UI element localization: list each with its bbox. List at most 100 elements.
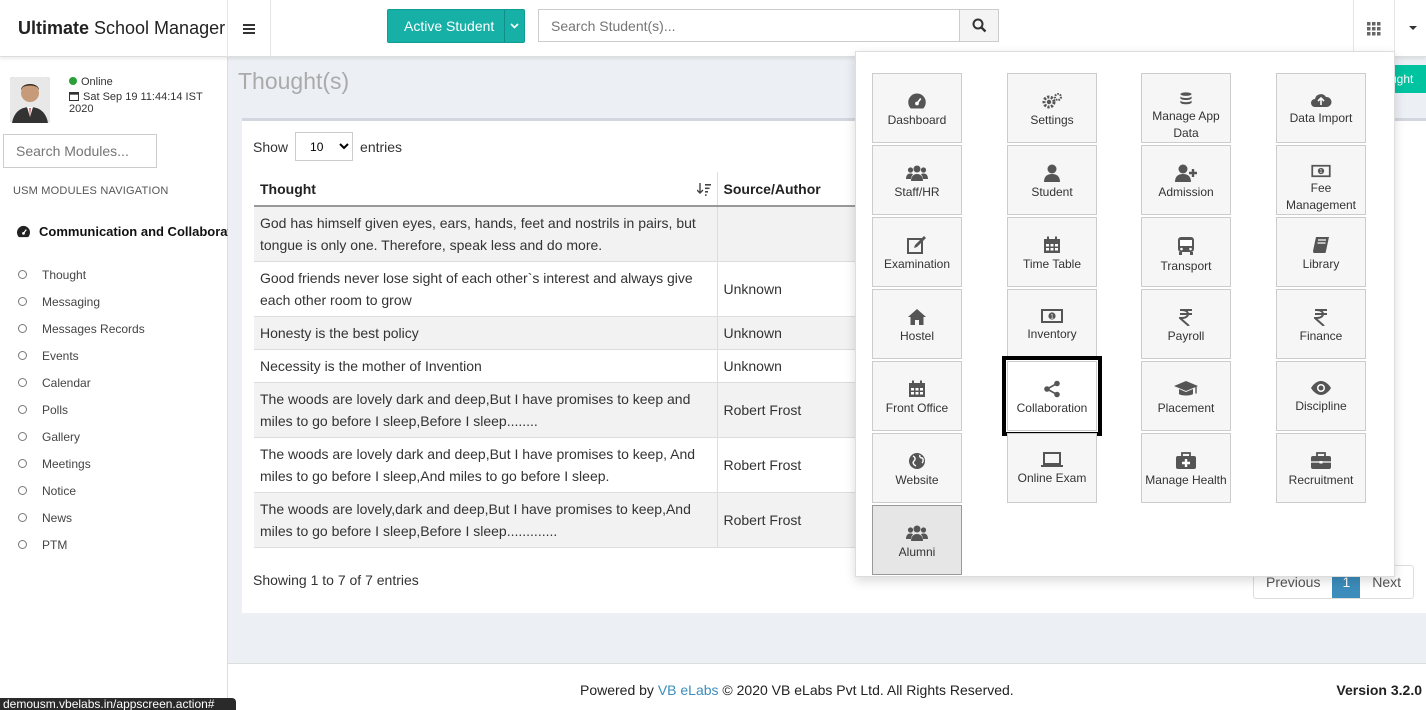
thoughts-table: Thought Source/Author God has himself gi…	[254, 172, 918, 548]
search-button[interactable]	[959, 9, 999, 42]
app-tile-transport[interactable]: Transport	[1141, 217, 1231, 287]
circle-icon	[18, 297, 27, 306]
sidebar-item-label: Events	[42, 348, 79, 363]
money-icon: 1	[1311, 164, 1331, 178]
sidebar-group-communication[interactable]: Communication and Collaboration	[16, 224, 228, 239]
sidebar-item-events[interactable]: Events	[18, 342, 145, 369]
top-bar: Ultimate School Manager Active Student	[0, 0, 1426, 57]
student-search-input[interactable]	[538, 9, 960, 42]
sidebar-item-news[interactable]: News	[18, 504, 145, 531]
app-tile-recruitment[interactable]: Recruitment	[1276, 433, 1366, 503]
app-tile-payroll[interactable]: Payroll	[1141, 289, 1231, 359]
app-tile-inventory[interactable]: 1 Inventory	[1007, 289, 1097, 359]
app-tile-admission[interactable]: Admission	[1141, 145, 1231, 215]
app-tile-label: Settings	[1030, 113, 1074, 127]
sidebar-item-notice[interactable]: Notice	[18, 477, 145, 504]
users-icon	[906, 165, 928, 181]
sidebar-toggle-button[interactable]	[228, 0, 271, 57]
sidebar-item-label: Messaging	[42, 294, 101, 309]
app-tile-time-table[interactable]: Time Table	[1007, 217, 1097, 287]
datetime: Sat Sep 19 11:44:14 IST 2020	[69, 91, 227, 115]
app-logo[interactable]: Ultimate School Manager	[0, 0, 228, 57]
thought-cell: Honesty is the best policy	[254, 316, 718, 350]
app-tile-student[interactable]: Student	[1007, 145, 1097, 215]
avatar[interactable]	[10, 77, 50, 123]
active-student-dropdown[interactable]: Active Student	[387, 9, 525, 43]
table-row: The woods are lovely dark and deep,But I…	[254, 437, 918, 493]
circle-icon	[18, 405, 27, 414]
app-tile-hostel[interactable]: Hostel	[872, 289, 962, 359]
app-tile-fee-management[interactable]: 1 Fee Management	[1276, 145, 1366, 215]
table-row: The woods are lovely dark and deep,But I…	[254, 382, 918, 438]
hamburger-icon	[243, 27, 255, 30]
user-menu-caret[interactable]	[1408, 20, 1418, 38]
sidebar-item-gallery[interactable]: Gallery	[18, 423, 145, 450]
app-tile-manage-health[interactable]: Manage Health	[1141, 433, 1231, 503]
app-tile-collaboration[interactable]: Collaboration	[1002, 356, 1102, 436]
sidebar-item-label: News	[42, 510, 73, 525]
app-tile-front-office[interactable]: Front Office	[872, 361, 962, 431]
circle-icon	[18, 351, 27, 360]
app-tile-finance[interactable]: Finance	[1276, 289, 1366, 359]
rupee-icon	[1314, 309, 1327, 326]
app-tile-website[interactable]: Website	[872, 433, 962, 503]
app-tile-staff-hr[interactable]: Staff/HR	[872, 145, 962, 215]
sidebar-item-calendar[interactable]: Calendar	[18, 369, 145, 396]
app-tile-label: Placement	[1157, 401, 1215, 415]
app-tile-examination[interactable]: Examination	[872, 217, 962, 287]
app-tile-manage-app-data[interactable]: Manage App Data	[1141, 73, 1231, 143]
app-tile-online-exam[interactable]: Online Exam	[1007, 433, 1097, 503]
app-tile-label: Examination	[883, 257, 951, 271]
app-tile-settings[interactable]: Settings	[1007, 73, 1097, 143]
chevron-down-icon[interactable]	[504, 10, 524, 42]
cloud-upload-icon	[1311, 94, 1332, 107]
page-size-select[interactable]: 10	[295, 132, 354, 161]
sidebar-item-thought[interactable]: Thought	[18, 261, 145, 288]
app-tile-label: Admission	[1158, 185, 1214, 199]
eye-icon	[1311, 381, 1331, 395]
brand-bold: Ultimate	[18, 18, 90, 38]
money-icon: 1	[1041, 309, 1063, 323]
apps-menu-button[interactable]	[1353, 0, 1395, 57]
column-header-label: Source/Author	[723, 180, 821, 197]
datetime-text: Sat Sep 19 11:44:14 IST 2020	[69, 91, 203, 115]
dashboard-icon	[17, 225, 30, 238]
app-tile-label: Transport	[1160, 259, 1212, 273]
sidebar-nav-list: Thought Messaging Messages Records Event…	[18, 261, 145, 558]
app-tile-label: Discipline	[1295, 399, 1347, 413]
thought-cell: The woods are lovely,dark and deep,But I…	[254, 492, 718, 548]
column-header-thought[interactable]: Thought	[254, 172, 718, 207]
grid-icon	[1367, 21, 1381, 35]
sidebar-item-meetings[interactable]: Meetings	[18, 450, 145, 477]
app-tile-placement[interactable]: Placement	[1141, 361, 1231, 431]
app-tile-label: Recruitment	[1288, 473, 1354, 487]
sidebar-item-messaging[interactable]: Messaging	[18, 288, 145, 315]
module-search-input[interactable]	[3, 134, 157, 168]
app-tile-alumni[interactable]: Alumni	[872, 505, 962, 575]
column-header-label: Thought	[260, 180, 316, 197]
app-tile-library[interactable]: Library	[1276, 217, 1366, 287]
app-tile-dashboard[interactable]: Dashboard	[872, 73, 962, 143]
app-tile-data-import[interactable]: Data Import	[1276, 73, 1366, 143]
app-tile-label: Alumni	[898, 545, 936, 559]
sidebar-item-messages-records[interactable]: Messages Records	[18, 315, 145, 342]
app-tile-label: Finance	[1299, 329, 1343, 343]
sort-desc-icon	[696, 182, 711, 196]
circle-icon	[18, 432, 27, 441]
share-icon	[1044, 380, 1060, 398]
thought-cell: The woods are lovely dark and deep,But I…	[254, 382, 718, 438]
sidebar-item-label: Notice	[42, 483, 77, 498]
app-tile-discipline[interactable]: Discipline	[1276, 361, 1366, 431]
rupee-icon	[1179, 309, 1192, 326]
sidebar-item-polls[interactable]: Polls	[18, 396, 145, 423]
database-icon	[1180, 92, 1192, 105]
vb-elabs-link[interactable]: VB eLabs	[658, 682, 719, 698]
sidebar-item-ptm[interactable]: PTM	[18, 531, 145, 558]
circle-icon	[18, 270, 27, 279]
table-row: Honesty is the best policy Unknown	[254, 316, 918, 350]
sidebar-item-label: Meetings	[42, 456, 91, 471]
online-dot-icon	[69, 77, 77, 85]
sidebar-item-label: Thought	[42, 267, 87, 282]
circle-icon	[18, 486, 27, 495]
circle-icon	[18, 459, 27, 468]
